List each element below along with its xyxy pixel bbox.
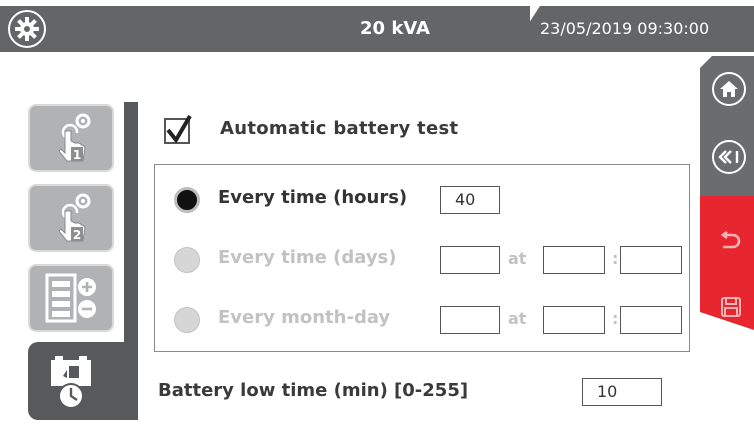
days-colon: : — [612, 249, 619, 268]
home-icon — [720, 81, 738, 97]
tab-number-1: 1 — [73, 148, 81, 162]
radio-every-hours[interactable] — [174, 187, 200, 213]
rewind-button[interactable] — [712, 140, 746, 174]
battery-low-label: Battery low time (min) [0-255] — [158, 380, 469, 401]
hand-gear-1-icon: 1 — [58, 113, 91, 162]
save-icon — [721, 297, 741, 317]
days-input[interactable] — [440, 246, 500, 274]
tab-battery-settings[interactable] — [28, 264, 114, 332]
hours-input[interactable]: 40 — [440, 186, 500, 214]
tab-battery-test[interactable] — [28, 342, 138, 420]
days-at-label: at — [508, 249, 527, 268]
days-minute-input[interactable] — [620, 246, 682, 274]
radio-every-days[interactable] — [174, 247, 200, 273]
undo-icon — [720, 231, 741, 249]
auto-test-label: Automatic battery test — [220, 118, 459, 139]
battery-plus-minus-icon — [45, 273, 96, 323]
top-bar: 20 kVA 23/05/2019 09:30:00 — [0, 0, 754, 58]
month-day-colon: : — [612, 309, 619, 328]
month-day-input[interactable] — [440, 306, 500, 334]
radio-every-month-day[interactable] — [174, 307, 200, 333]
option-month-day-label: Every month-day — [218, 307, 391, 328]
month-day-minute-input[interactable] — [620, 306, 682, 334]
tab-settings-1[interactable]: 1 — [28, 104, 114, 172]
rewind-icon — [718, 150, 739, 164]
tab-settings-2[interactable]: 2 — [28, 184, 114, 252]
checkmark-icon — [166, 114, 192, 144]
auto-test-checkbox[interactable] — [164, 114, 192, 144]
home-button[interactable] — [712, 72, 746, 106]
battery-low-input[interactable]: 10 — [582, 378, 662, 406]
option-days-label: Every time (days) — [218, 247, 397, 268]
hand-gear-2-icon: 2 — [58, 193, 91, 242]
month-day-at-label: at — [508, 309, 527, 328]
option-hours-label: Every time (hours) — [218, 187, 408, 208]
datetime-display: 23/05/2019 09:30:00 — [540, 19, 710, 38]
save-button[interactable] — [716, 292, 746, 322]
month-day-hour-input[interactable] — [543, 306, 605, 334]
days-hour-input[interactable] — [543, 246, 605, 274]
battery-clock-icon — [51, 356, 91, 409]
undo-button[interactable] — [716, 226, 746, 256]
device-title: 20 kVA — [360, 18, 430, 39]
tab-number-2: 2 — [73, 228, 81, 242]
settings-button[interactable] — [8, 10, 46, 48]
gear-icon — [15, 17, 39, 41]
